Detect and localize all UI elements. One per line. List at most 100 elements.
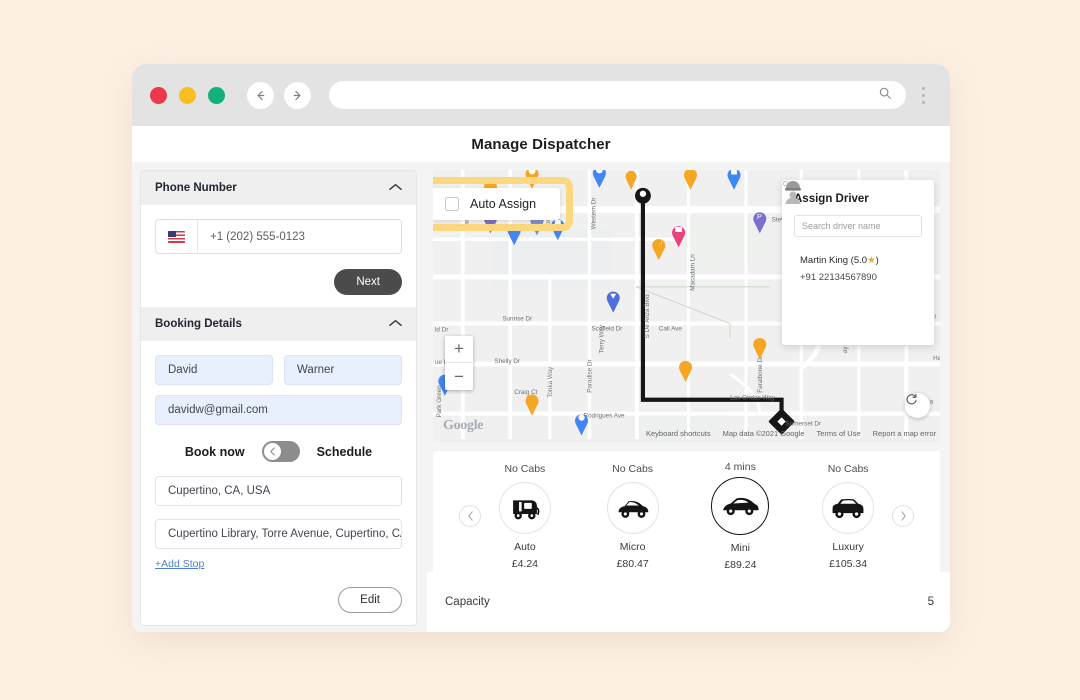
svg-text:Paradise Dr: Paradise Dr [586,359,593,392]
minimize-window-button[interactable] [179,86,196,104]
search-icon[interactable] [878,86,892,105]
vehicle-name: Micro [619,540,646,553]
forward-button[interactable] [284,81,311,109]
svg-text:Macadam Ln: Macadam Ln [689,254,696,291]
phone-number-section-body: +1 (202) 555-0123 Next [141,205,416,307]
phone-number-section-header[interactable]: Phone Number [141,171,416,205]
arrow-left-icon [257,90,265,100]
svg-text:Sunrise Dr: Sunrise Dr [502,316,532,323]
vehicle-icon-circle[interactable] [498,481,551,534]
refresh-icon[interactable] [905,393,930,418]
vehicle-icon-circle[interactable] [711,477,770,535]
vehicle-option-micro[interactable]: No Cabs Micro £80.47 [591,463,675,570]
vehicle-price: £80.47 [616,557,649,570]
name-row: David Warner [155,355,402,385]
add-stop-link[interactable]: +Add Stop [155,558,204,570]
driver-name-suffix: ) [875,255,879,266]
svg-text:Las Ondas Way: Las Ondas Way [730,395,776,402]
edit-button[interactable]: Edit [338,587,402,613]
zoom-out-button[interactable]: − [445,363,473,390]
zoom-in-button[interactable]: + [445,336,473,363]
kebab-menu-icon[interactable] [910,86,936,104]
capacity-row: Capacity 5 [427,572,950,632]
svg-text:Shelly Dr: Shelly Dr [494,358,520,365]
booking-form-panel: Phone Number +1 (202) 555-0123 Next Book… [140,170,417,626]
map-data-credit: Map data ©2021 Google [722,429,805,438]
assign-driver-panel: Assign Driver Search driver name Martin … [782,180,934,345]
back-button[interactable] [247,81,274,109]
svg-text:Western Dr: Western Dr [590,198,597,230]
country-selector[interactable] [156,220,198,253]
last-name-input[interactable]: Warner [284,355,402,385]
capacity-label: Capacity [445,596,490,608]
schedule-label: Schedule [316,444,373,459]
auto-assign-label: Auto Assign [470,197,537,211]
auto-assign-checkbox[interactable] [445,197,459,211]
booking-actions: Edit [155,587,402,613]
phone-input[interactable]: +1 (202) 555-0123 [198,231,401,243]
keyboard-shortcuts-link[interactable]: Keyboard shortcuts [646,429,711,438]
auto-rickshaw-icon [512,499,540,519]
arrow-right-icon [293,90,301,100]
vehicle-option-luxury[interactable]: No Cabs Luxury £105.34 [806,463,890,570]
toggle-knob [263,443,281,460]
svg-text:Rodrigues Ave: Rodrigues Ave [584,413,626,420]
booking-details-section-title: Booking Details [155,318,242,330]
vehicle-name: Mini [730,542,750,554]
main-content: Phone Number +1 (202) 555-0123 Next Book… [132,162,950,632]
svg-text:S De Anza Blvd: S De Anza Blvd [644,294,651,338]
assign-driver-title: Assign Driver [794,193,869,205]
sedan-car-icon [723,497,759,516]
close-window-button[interactable] [150,86,167,104]
chevron-up-icon[interactable] [389,318,402,330]
next-button[interactable]: Next [334,269,402,295]
carousel-prev-button[interactable] [459,505,481,527]
window-controls [150,86,225,104]
vehicle-option-mini[interactable]: 4 mins Mini £89.24 [698,461,782,571]
svg-text:Faralbone Dr: Faralbone Dr [757,356,764,393]
vehicle-carousel: No Cabs Auto £4.24 No Cabs Micro £80.47 … [433,451,940,581]
carousel-next-button[interactable] [892,505,914,527]
vehicle-option-auto[interactable]: No Cabs Auto £4.24 [483,463,567,570]
svg-text:Scofield Dr: Scofield Dr [591,325,622,332]
first-name-input[interactable]: David [155,355,273,385]
phone-number-section-title: Phone Number [155,182,237,194]
us-flag-icon [168,230,185,243]
vehicle-icon-circle[interactable] [606,481,659,534]
vehicle-icon-circle[interactable] [822,481,875,534]
chevron-up-icon[interactable] [389,182,402,194]
phone-actions: Next [155,269,402,295]
svg-text:P: P [757,212,762,221]
chevron-left-icon [269,447,275,456]
svg-text:Cali Ave: Cali Ave [659,325,683,332]
svg-text:Tonka Way: Tonka Way [547,366,554,398]
booking-mode-toggle[interactable] [261,441,300,462]
suv-car-icon [832,498,864,518]
map-zoom-controls: + − [445,336,473,390]
dropoff-location-input[interactable]: Cupertino Library, Torre Avenue, Cuperti… [155,519,402,549]
report-map-error-link[interactable]: Report a map error [873,429,936,438]
pickup-location-input[interactable]: Cupertino, CA, USA [155,476,402,506]
vehicle-price: £105.34 [829,557,868,570]
rating-star-icon: ★ [867,255,876,266]
driver-search-placeholder: Search driver name [802,221,881,231]
email-input[interactable]: davidw@gmail.com [155,395,402,425]
svg-text:🍴: 🍴 [657,240,665,248]
svg-text:Somerset Dr: Somerset Dr [786,420,822,427]
capacity-value: 5 [927,596,934,608]
driver-search-input[interactable]: Search driver name [782,180,922,237]
driver-name: Martin King (5.0 [800,255,868,266]
address-bar[interactable] [329,81,906,109]
booking-details-section-header[interactable]: Booking Details [141,307,416,341]
terms-of-use-link[interactable]: Terms of Use [816,429,860,438]
driver-list-item[interactable]: Martin King (5.0★) +91 22134567890 [785,181,922,283]
auto-assign-highlight: Auto Assign [433,177,574,231]
auto-assign-popup[interactable]: Auto Assign [433,188,561,220]
maximize-window-button[interactable] [208,86,225,104]
svg-text:Craig Ct: Craig Ct [514,389,537,396]
vehicle-eta: No Cabs [504,462,546,475]
svg-text:ld Dr: ld Dr [435,326,448,333]
booking-mode-toggle-group: Book now Schedule [155,441,402,462]
map-view[interactable]: Stevens C Scofield Dr Cali Ave Sunrise D… [433,170,940,442]
phone-input-row[interactable]: +1 (202) 555-0123 [155,219,402,254]
